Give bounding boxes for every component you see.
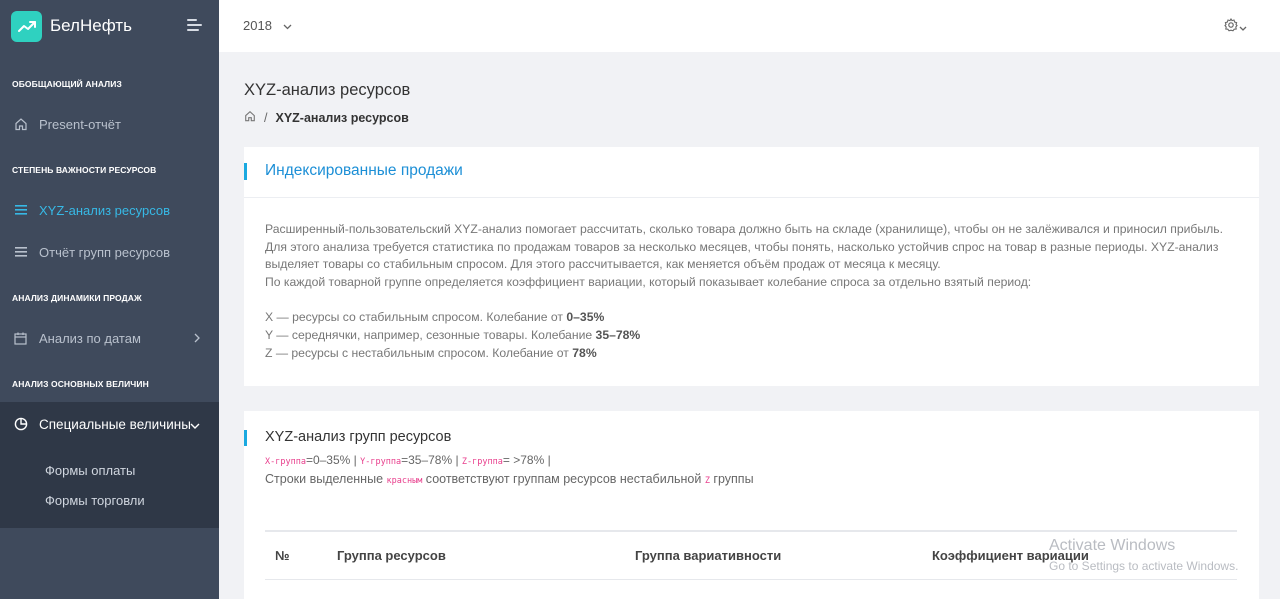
- activation-watermark-subtitle: Go to Settings to activate Windows.: [1049, 559, 1239, 573]
- sidebar-item-label: Анализ по датам: [39, 330, 141, 346]
- z-group-code: Z-группа: [461, 457, 503, 467]
- y-range: 35–78%: [595, 328, 641, 342]
- year-select[interactable]: 2018: [243, 18, 292, 33]
- sidebar-item-label: Отчёт групп ресурсов: [39, 244, 170, 260]
- breadcrumb-current: XYZ-анализ ресурсов: [275, 110, 409, 125]
- gear-icon: [1224, 17, 1238, 37]
- sidebar-item-present-report[interactable]: Present-отчёт: [0, 110, 219, 138]
- home-icon[interactable]: [244, 110, 256, 125]
- sidebar-item-xyz-analysis[interactable]: XYZ-анализ ресурсов: [0, 196, 219, 224]
- sidebar-item-label: XYZ-анализ ресурсов: [39, 202, 170, 218]
- column-header-variability-group[interactable]: Группа вариативности: [635, 548, 781, 563]
- sidebar-item-special-values[interactable]: Специальные величины: [0, 410, 219, 438]
- calendar-icon: [13, 331, 28, 346]
- sidebar: БелНефть Обобщающий анализ Present-отчёт…: [0, 0, 219, 599]
- column-header-resource-group[interactable]: Группа ресурсов: [337, 548, 446, 563]
- column-header-number[interactable]: №: [275, 548, 290, 563]
- y-group-code: Y-группа: [360, 457, 402, 467]
- list-icon: [13, 245, 28, 260]
- indexed-sales-card: Индексированные продажи Расширенный-поль…: [244, 147, 1259, 386]
- sidebar-subitem-payment-forms[interactable]: Формы оплаты: [45, 463, 135, 478]
- note-text-2: соответствуют группам ресурсов нестабиль…: [422, 472, 705, 486]
- sidebar-item-date-analysis[interactable]: Анализ по датам: [0, 324, 219, 352]
- settings-menu[interactable]: [1224, 17, 1247, 37]
- chevron-down-icon: [1239, 19, 1247, 37]
- section-dynamics: Анализ динамики продаж: [12, 293, 142, 303]
- home-icon: [13, 117, 28, 132]
- trending-up-icon: [11, 10, 42, 42]
- y-definition: Y — середнячки, например, сезонные товар…: [265, 326, 640, 344]
- card-title: XYZ-анализ групп ресурсов: [265, 429, 452, 445]
- x-range: 0–35%: [566, 310, 605, 324]
- activation-watermark-title: Activate Windows: [1049, 537, 1176, 554]
- x-definition: X — ресурсы со стабильным спросом. Колеб…: [265, 308, 640, 326]
- z-range: 78%: [572, 346, 597, 360]
- card-title: Индексированные продажи: [265, 162, 463, 179]
- x-group-code: X-группа: [265, 457, 306, 467]
- breadcrumb: / XYZ-анализ ресурсов: [244, 110, 409, 125]
- xyz-definitions: X — ресурсы со стабильным спросом. Колеб…: [265, 308, 640, 362]
- section-core-values: Анализ основных величин: [12, 379, 149, 389]
- section-summary: Обобщающий анализ: [12, 79, 122, 89]
- y-text: Y — середнячки, например, сезонные товар…: [265, 328, 596, 342]
- card-header: Индексированные продажи: [244, 147, 1259, 198]
- group-legend: X-группа=0–35% | Y-группа=35–78% | Z-гру…: [265, 453, 551, 467]
- sidebar-subitem-trade-forms[interactable]: Формы торговли: [45, 493, 145, 508]
- card-accent: [244, 163, 247, 180]
- note-code-red: красным: [386, 476, 423, 486]
- sidebar-item-label: Специальные величины: [39, 416, 191, 432]
- card-accent: [244, 430, 247, 446]
- sidebar-item-label: Present-отчёт: [39, 116, 121, 132]
- chevron-right-icon: [194, 331, 200, 346]
- breadcrumb-separator: /: [264, 110, 268, 125]
- description-text: Расширенный-пользовательский XYZ-анализ …: [265, 222, 1224, 271]
- brand-name: БелНефть: [50, 16, 132, 35]
- x-text: X — ресурсы со стабильным спросом. Колеб…: [265, 310, 567, 324]
- topbar: 2018: [219, 0, 1280, 52]
- z-text: Z — ресурсы с нестабильным спросом. Коле…: [265, 346, 573, 360]
- chevron-down-icon: [190, 417, 200, 432]
- description-text-2: По каждой товарной группе определяется к…: [265, 274, 1032, 289]
- list-icon: [13, 203, 28, 218]
- highlight-note: Строки выделенные красным соответствуют …: [265, 472, 754, 486]
- section-importance: Степень важности ресурсов: [12, 165, 157, 175]
- x-group-range: =0–35% |: [305, 453, 361, 467]
- chevron-down-icon: [283, 18, 292, 33]
- pie-chart-icon: [13, 417, 28, 432]
- year-value: 2018: [243, 18, 272, 33]
- z-definition: Z — ресурсы с нестабильным спросом. Коле…: [265, 344, 640, 362]
- page-title: XYZ-анализ ресурсов: [244, 81, 411, 99]
- note-text-3: группы: [709, 472, 754, 486]
- z-group-range: = >78% |: [502, 453, 551, 467]
- description: Расширенный-пользовательский XYZ-анализ …: [265, 221, 1245, 291]
- note-text: Строки выделенные: [265, 472, 387, 486]
- menu-toggle-icon[interactable]: [187, 19, 202, 33]
- sidebar-item-group-report[interactable]: Отчёт групп ресурсов: [0, 238, 219, 266]
- y-group-range: =35–78% |: [401, 453, 462, 467]
